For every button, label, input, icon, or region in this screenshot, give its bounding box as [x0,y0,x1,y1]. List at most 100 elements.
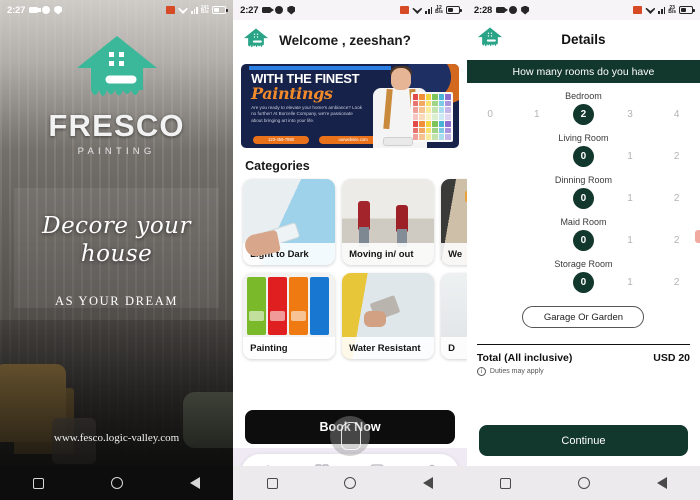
video-icon [496,7,509,13]
paint-roller-prop [382,137,413,146]
clock: 2:28 [473,4,493,16]
battery-icon [445,6,462,14]
room-option[interactable]: 1 [607,277,654,288]
recents-button-icon[interactable] [266,477,278,489]
room-option[interactable]: 2 [653,151,700,162]
duties-note-row: i Duties may apply [476,367,690,376]
signal-icon [425,6,433,14]
moon-icon [42,6,51,14]
scrollbar-thumb[interactable] [695,230,700,243]
recents-button-icon[interactable] [500,477,512,489]
room-option[interactable]: 0 [467,109,514,120]
category-card[interactable]: Water Resistant [342,273,435,359]
room-row: Dinning Room 0 1 2 [467,175,700,209]
back-button-icon[interactable] [656,477,667,489]
room-option-selected[interactable]: 0 [560,272,607,293]
welcome-text: Welcome , zeeshan? [279,32,411,48]
video-icon [29,7,42,13]
recents-button-icon[interactable] [33,477,45,489]
screen-details: 2:28 23 B/s Details How many rooms do yo… [466,0,700,500]
room-option-list: 0 1 2 [467,188,700,209]
room-option[interactable]: 1 [607,151,654,162]
shield-icon [521,5,530,15]
room-option-selected[interactable]: 0 [560,188,607,209]
category-card[interactable]: We [441,179,467,265]
video-icon [262,7,275,13]
data-rate-unit: B/s [668,9,676,15]
room-option[interactable]: 1 [607,193,654,204]
status-left: 2:27 [7,5,63,16]
brand-lockup: FRESCO PAINTING [0,34,233,157]
android-nav-bar[interactable] [233,466,467,500]
room-option[interactable]: 2 [653,193,700,204]
room-option-value: 0 [572,230,594,251]
status-left: 2:28 [473,4,530,16]
brand-subtitle: PAINTING [77,146,156,157]
wifi-icon [412,7,423,14]
data-rate-unit: B/s [435,9,443,15]
status-bar: 2:27 12 B/s [233,0,467,20]
garage-or-garden-button[interactable]: Garage Or Garden [522,306,645,328]
android-nav-bar[interactable] [0,466,234,500]
room-option-selected[interactable]: 2 [560,104,607,125]
category-card[interactable]: D [441,273,467,359]
room-option[interactable]: 3 [607,109,654,120]
moon-icon [275,6,284,14]
room-option-selected[interactable]: 0 [560,230,607,251]
home-button-icon[interactable] [577,477,590,489]
category-card[interactable]: Painting [243,273,336,359]
room-row: Bedroom 0 1 2 3 4 [467,91,700,125]
banner-paragraph: Are you ready to elevate your home's amb… [251,105,363,123]
room-label: Dinning Room [554,175,612,185]
tagline-block: Decore your house AS YOUR DREAM [0,212,233,309]
home-content: Welcome , zeeshan? WITH THE FINEST Paint… [233,20,467,466]
website-url: www.fesco.logic-valley.com [53,432,180,444]
color-swatch-card [410,92,453,142]
details-content: Details How many rooms do you have Bedro… [466,20,700,466]
three-phone-screenshots: 2:27 241 B/s FRESCO PAINTING Decore your… [0,0,700,500]
touch-indicator [330,416,370,456]
continue-button[interactable]: Continue [478,425,688,456]
signal-icon [658,6,666,14]
room-option-list: 0 1 2 [467,272,700,293]
room-option[interactable]: 2 [653,277,700,288]
status-bar: 2:28 23 B/s [466,0,700,20]
category-card[interactable]: Moving in/ out [342,179,435,265]
home-header: Welcome , zeeshan? [233,20,467,61]
home-button-icon[interactable] [111,477,124,489]
room-row: Maid Room 0 1 2 [467,217,700,251]
home-button-icon[interactable] [344,477,357,489]
category-label: D [441,337,467,359]
wifi-icon [645,7,656,14]
wifi-icon [177,7,188,14]
room-option[interactable]: 4 [653,109,700,120]
category-label: Light to Dark [243,243,336,265]
battery-icon [679,6,695,14]
room-option-selected[interactable]: 0 [560,146,607,167]
room-label: Bedroom [565,91,602,101]
room-option-list: 0 1 2 3 4 [467,104,700,125]
shield-icon [54,5,63,15]
room-option-value: 0 [572,146,594,167]
categories-row-1: Light to Dark Moving in/ out We [233,179,467,265]
promo-banner[interactable]: WITH THE FINEST Paintings Are you ready … [241,64,459,148]
back-button-icon[interactable] [189,477,200,489]
signal-icon [190,6,198,14]
room-option[interactable]: 1 [514,109,561,120]
room-row: Storage Room 0 1 2 [467,259,700,293]
room-option[interactable]: 1 [607,235,654,246]
total-row: Total (All inclusive) USD 20 [477,352,690,364]
rooms-question-banner: How many rooms do you have [466,60,700,83]
back-button-icon[interactable] [423,477,434,489]
battery-icon [212,6,229,14]
status-left: 2:27 [240,5,296,16]
room-option[interactable]: 2 [653,235,700,246]
room-label: Storage Room [554,259,613,269]
cast-icon [400,6,410,14]
category-card[interactable]: Light to Dark [243,179,336,265]
banner-person-photo [361,64,457,148]
brand-name: FRESCO [48,108,185,143]
total-value: USD 20 [653,352,690,364]
status-right: 241 B/s [165,6,229,15]
android-nav-bar[interactable] [466,466,700,500]
